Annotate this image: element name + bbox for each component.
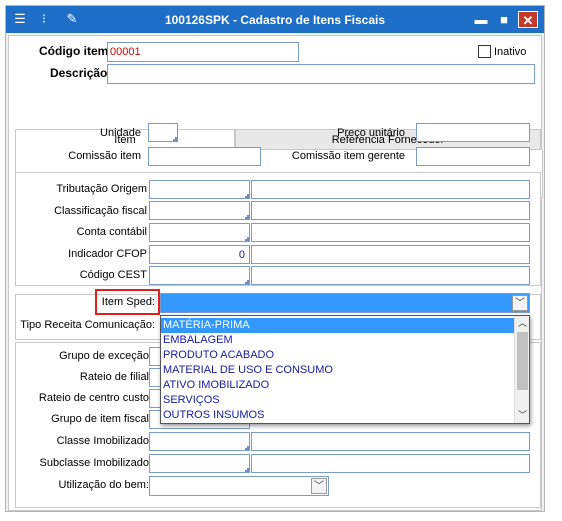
option-ativo-imobilizado[interactable]: ATIVO IMOBILIZADO <box>161 378 515 393</box>
dropdown-scrollbar[interactable]: ︿ ﹀ <box>514 316 529 423</box>
codigo-item-value: 00001 <box>110 46 141 58</box>
tributacao-origem-label: Tributação Origem <box>56 183 147 195</box>
subclasse-imobilizado-label: Subclasse Imobilizado <box>39 457 149 469</box>
classe-imobilizado-code[interactable] <box>149 432 250 451</box>
tipo-receita-comunicacao-label: Tipo Receita Comunicação: <box>20 319 155 331</box>
unidade-input[interactable] <box>148 123 178 142</box>
tributacao-origem-desc <box>251 180 530 199</box>
main-window: ☰ ⁝ ✎ 100126SPK - Cadastro de Itens Fisc… <box>5 5 545 512</box>
scrollbar-thumb[interactable] <box>517 332 528 390</box>
grupo-item-fiscal-label: Grupo de item fiscal <box>51 413 149 425</box>
comissao-item-label: Comissão item <box>68 150 141 162</box>
indicador-cfop-value: 0 <box>238 249 245 261</box>
chevron-down-icon[interactable]: ﹀ <box>311 478 327 494</box>
codigo-cest-label: Código CEST <box>79 269 147 281</box>
indicador-cfop-desc <box>251 245 530 264</box>
grupo-excecao-label: Grupo de exceção <box>59 350 149 362</box>
item-sped-dropdown-list[interactable]: MATÉRIA-PRIMA EMBALAGEM PRODUTO ACABADO … <box>160 315 530 424</box>
lookup-icon[interactable] <box>245 194 249 198</box>
codigo-cest-code[interactable] <box>149 266 250 285</box>
conta-contabil-label: Conta contábil <box>76 226 147 238</box>
lookup-icon[interactable] <box>245 237 249 241</box>
chevron-down-icon[interactable]: ﹀ <box>512 295 528 311</box>
close-button[interactable]: ✕ <box>518 11 538 28</box>
inativo-checkbox[interactable] <box>478 45 491 58</box>
descricao-label: Descrição <box>50 66 108 80</box>
lookup-icon[interactable] <box>245 280 249 284</box>
lookup-icon[interactable] <box>173 137 177 141</box>
descricao-input[interactable] <box>107 64 535 84</box>
scroll-down-icon[interactable]: ﹀ <box>515 408 530 423</box>
lookup-icon[interactable] <box>245 446 249 450</box>
inativo-label: Inativo <box>494 46 527 58</box>
form-content: Código item 00001 Inativo Descrição Item… <box>8 35 543 511</box>
window-title: 100126SPK - Cadastro de Itens Fiscais <box>164 13 386 27</box>
subclasse-imobilizado-code[interactable] <box>149 454 250 473</box>
classificacao-fiscal-code[interactable] <box>149 201 250 220</box>
item-sped-combobox[interactable]: ﹀ <box>160 293 530 313</box>
maximize-button[interactable]: ■ <box>495 11 513 28</box>
option-produto-acabado[interactable]: PRODUTO ACABADO <box>161 348 515 363</box>
conta-contabil-desc <box>251 223 530 242</box>
item-sped-label: Item Sped: <box>101 296 155 308</box>
option-outros-insumos[interactable]: OUTROS INSUMOS <box>161 408 515 423</box>
option-servicos[interactable]: SERVIÇOS <box>161 393 515 408</box>
minimize-button[interactable]: ▬ <box>472 11 490 28</box>
classificacao-fiscal-label: Classificação fiscal <box>54 205 147 217</box>
codigo-item-label: Código item <box>39 44 109 58</box>
codigo-cest-desc <box>251 266 530 285</box>
option-embalagem[interactable]: EMBALAGEM <box>161 333 515 348</box>
comissao-item-gerente-label: Comissão item gerente <box>291 150 405 162</box>
title-bar: ☰ ⁝ ✎ 100126SPK - Cadastro de Itens Fisc… <box>6 6 544 33</box>
lookup-icon[interactable] <box>245 468 249 472</box>
indicador-cfop-label: Indicador CFOP <box>68 248 147 260</box>
subclasse-imobilizado-desc <box>251 454 530 473</box>
conta-contabil-code[interactable] <box>149 223 250 242</box>
rateio-filial-label: Rateio de filial <box>79 371 149 383</box>
scroll-up-icon[interactable]: ︿ <box>515 316 530 331</box>
tributacao-origem-code[interactable] <box>149 180 250 199</box>
comissao-item-gerente-input[interactable] <box>416 147 530 166</box>
comissao-item-input[interactable] <box>148 147 261 166</box>
lookup-icon[interactable] <box>245 215 249 219</box>
preco-unitario-label: Preço unitário <box>337 127 405 139</box>
option-materia-prima[interactable]: MATÉRIA-PRIMA <box>161 318 515 333</box>
classe-imobilizado-label: Classe Imobilizado <box>56 435 149 447</box>
unidade-label: Unidade <box>100 127 141 139</box>
codigo-item-input[interactable]: 00001 <box>107 42 299 62</box>
option-material-uso-consumo[interactable]: MATERIAL DE USO E CONSUMO <box>161 363 515 378</box>
indicador-cfop-code[interactable]: 0 <box>149 245 250 264</box>
utilizacao-bem-combobox[interactable]: ﹀ <box>149 476 329 496</box>
preco-unitario-input[interactable] <box>416 123 530 142</box>
utilizacao-bem-label: Utilização do bem: <box>58 479 150 491</box>
classificacao-fiscal-desc <box>251 201 530 220</box>
rateio-centro-custo-label: Rateio de centro custo <box>38 392 149 404</box>
classe-imobilizado-desc <box>251 432 530 451</box>
